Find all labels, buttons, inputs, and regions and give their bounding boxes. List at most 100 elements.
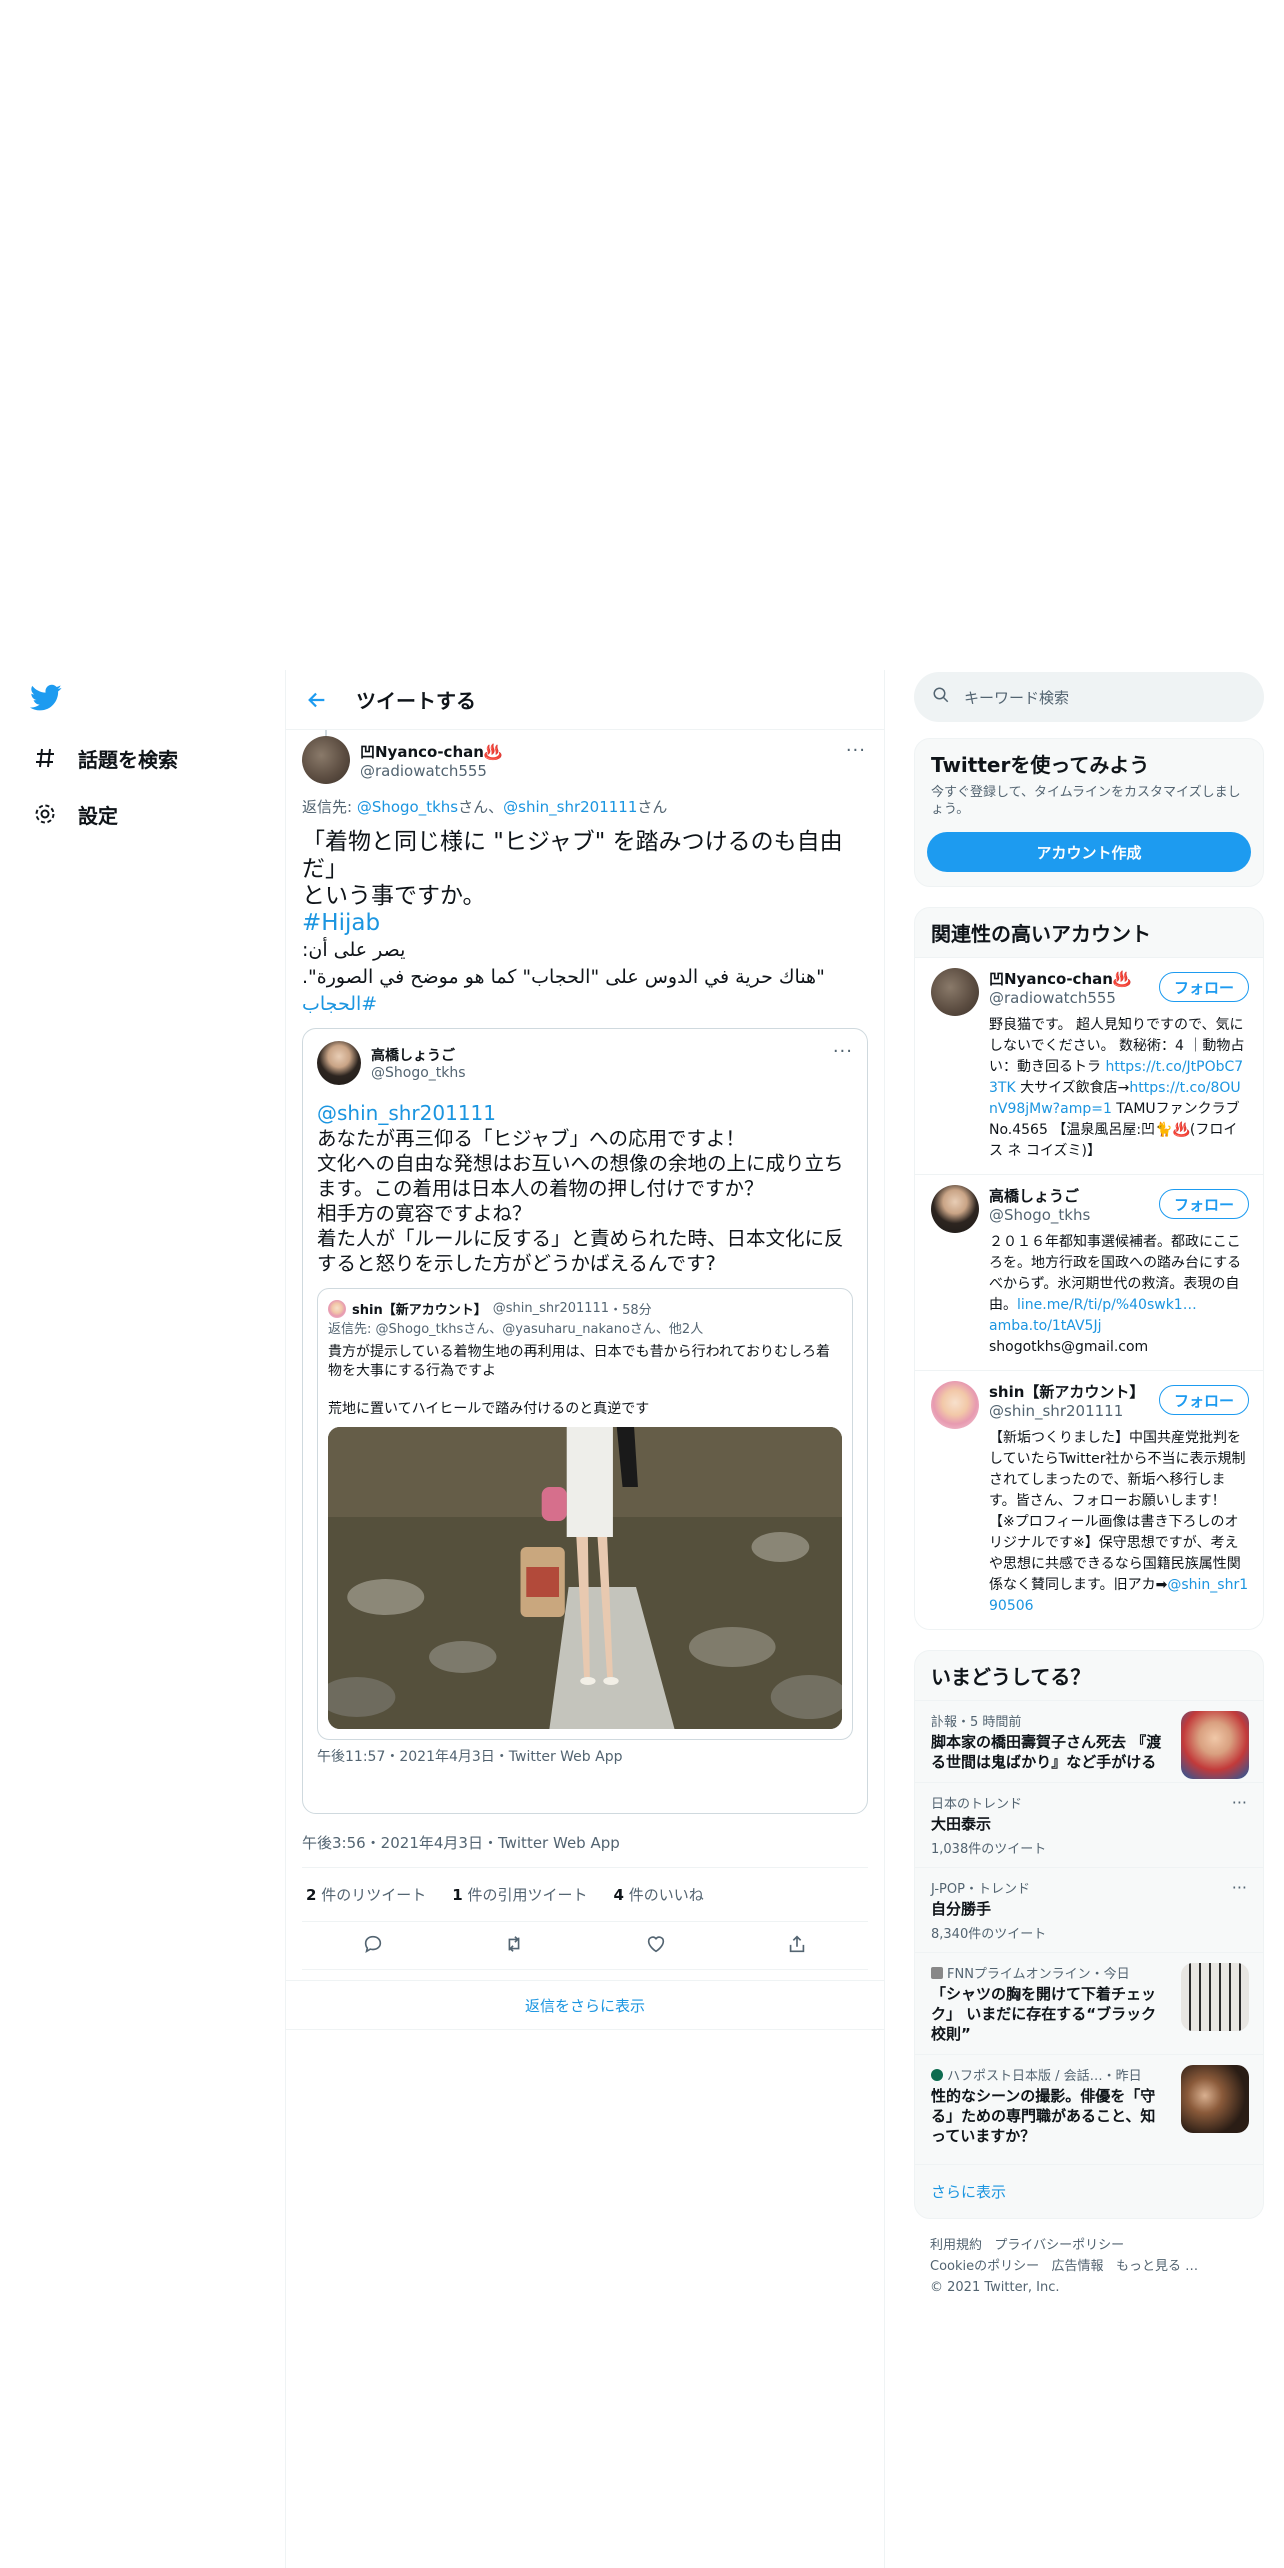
- footer-ads[interactable]: 広告情報: [1052, 2259, 1104, 2274]
- trend-title: 自分勝手: [931, 1900, 992, 1918]
- footer-copyright: © 2021 Twitter, Inc.: [930, 2280, 1060, 2295]
- trend-title: 「シャツの胸を開けて下着チェック」 いまだに存在する“ブラック校則”: [931, 1985, 1157, 2043]
- account-item[interactable]: 高橋しょうご @Shogo_tkhs ２０１６年都知事選候補者。都政にこころを。…: [915, 1174, 1263, 1370]
- like-count[interactable]: 4 件のいいね: [613, 1884, 703, 1905]
- nav-settings-label: 設定: [78, 803, 118, 828]
- quoted-timestamp[interactable]: 午後11:57・2021年4月3日・Twitter Web App: [317, 1746, 853, 1766]
- trend-title: 大田泰示: [931, 1815, 992, 1833]
- trends-show-more[interactable]: さらに表示: [915, 2164, 1263, 2218]
- follow-button[interactable]: フォロー: [1158, 972, 1249, 1002]
- relevant-title: 関連性の高いアカウント: [931, 922, 1151, 946]
- quoted-mention[interactable]: @shin_shr201111: [317, 1101, 853, 1126]
- trend-item[interactable]: 日本のトレンド 大田泰示 1,038件のツイート ···: [915, 1782, 1263, 1867]
- quoted-username[interactable]: @Shogo_tkhs: [371, 1065, 466, 1081]
- avatar: [328, 1299, 346, 1318]
- search-placeholder: キーワード検索: [964, 688, 1070, 707]
- reply-icon[interactable]: [362, 1933, 384, 1959]
- nav-settings[interactable]: 設定: [30, 792, 118, 836]
- fnn-logo-icon: [931, 1967, 943, 1979]
- reply-mention-2[interactable]: @shin_shr201111: [503, 798, 637, 816]
- tweet-stats: 2 件のリツイート 1 件の引用ツイート 4 件のいいね: [302, 1868, 868, 1922]
- trends-card: いまどうしてる？ 訃報・5 時間前 脚本家の橋田壽賀子さん死去 『渡る世間は鬼ば…: [914, 1650, 1264, 2219]
- avatar[interactable]: [931, 1185, 979, 1233]
- nested-quoted-tweet[interactable]: shin【新アカウント】 @shin_shr201111 ・58分 返信先: @…: [317, 1288, 853, 1740]
- author-display-name[interactable]: 凹Nyanco-chan♨️: [360, 741, 503, 762]
- avatar[interactable]: [931, 968, 979, 1016]
- trend-thumbnail: [1181, 2065, 1249, 2133]
- search-icon: [932, 686, 950, 708]
- trend-item[interactable]: 訃報・5 時間前 脚本家の橋田壽賀子さん死去 『渡る世間は鬼ばかり』など手がける: [915, 1700, 1263, 1782]
- tweet-photo[interactable]: [328, 1427, 842, 1729]
- account-item[interactable]: shin【新アカウント】 @shin_shr201111 【新垢つくりました】中…: [915, 1370, 1263, 1629]
- nav-explore[interactable]: 話題を検索: [30, 736, 178, 780]
- account-bio: 【新垢つくりました】中国共産党批判をしていたらTwitter社から不当に表示規制…: [989, 1430, 1249, 1614]
- main-tweet: 凹Nyanco-chan♨️ @radiowatch555 ··· 返信先: @…: [286, 730, 884, 1970]
- page-header: ツイートする: [286, 670, 884, 730]
- tweet-timestamp[interactable]: 午後3:56・2021年4月3日・Twitter Web App: [302, 1814, 868, 1868]
- create-account-button[interactable]: アカウント作成: [927, 832, 1251, 872]
- more-options-icon[interactable]: ···: [846, 740, 866, 761]
- footer-cookie[interactable]: Cookieのポリシー: [930, 2259, 1039, 2274]
- quoted-tweet[interactable]: 高橋しょうご @Shogo_tkhs ··· @shin_shr201111 あ…: [302, 1028, 868, 1814]
- huffpost-logo-icon: [931, 2069, 943, 2081]
- more-options-icon[interactable]: ···: [1232, 1878, 1247, 1897]
- account-bio: ２０１６年都知事選候補者。都政にこころを。地方行政を国政への踏み台にするべからず…: [989, 1234, 1242, 1355]
- account-bio: 野良猫です。 超人見知りですので、気にしないでください。 数秘術：4 ｜動物占い…: [989, 1017, 1245, 1159]
- footer-terms[interactable]: 利用規約: [930, 2238, 982, 2253]
- trend-context: ハフポスト日本版 / 会話…・昨日: [931, 2065, 1167, 2084]
- nested-display-name: shin【新アカウント】: [352, 1303, 487, 1318]
- reply-to: 返信先: @Shogo_tkhsさん、@shin_shr201111さん: [302, 798, 668, 816]
- quoted-display-name[interactable]: 高橋しょうご: [371, 1045, 466, 1065]
- search-input[interactable]: キーワード検索: [914, 672, 1264, 722]
- nav-explore-label: 話題を検索: [78, 747, 178, 772]
- account-item[interactable]: 凹Nyanco-chan♨️ @radiowatch555 野良猫です。 超人見…: [915, 957, 1263, 1174]
- bio-link[interactable]: amba.to/1tAV5Jj: [989, 1318, 1102, 1334]
- avatar[interactable]: [931, 1381, 979, 1429]
- retweet-icon[interactable]: [503, 1933, 525, 1959]
- trend-context: J-POP・トレンド: [931, 1882, 1030, 1897]
- trend-item[interactable]: FNNプライムオンライン・今日 「シャツの胸を開けて下着チェック」 いまだに存在…: [915, 1952, 1263, 2054]
- quote-count[interactable]: 1 件の引用ツイート: [452, 1884, 587, 1905]
- trend-thumbnail: [1181, 1963, 1249, 2031]
- trend-title: 性的なシーンの撮影。俳優を「守る」ための専門職があること、知っていますか？: [931, 2087, 1156, 2145]
- footer-privacy[interactable]: プライバシーポリシー: [994, 2238, 1124, 2253]
- tweet-actions: [302, 1922, 868, 1970]
- thread-line: [325, 730, 327, 736]
- trend-item[interactable]: ハフポスト日本版 / 会話…・昨日 性的なシーンの撮影。俳優を「守る」ための専門…: [915, 2054, 1263, 2164]
- main-column: ツイートする 凹Nyanco-chan♨️ @radiowatch555 ···…: [285, 670, 885, 2568]
- reply-mention-1[interactable]: @Shogo_tkhs: [357, 798, 458, 816]
- hashtag-link[interactable]: #Hijab: [302, 910, 868, 937]
- like-heart-icon[interactable]: [645, 1933, 667, 1959]
- show-more-replies[interactable]: 返信をさらに表示: [286, 1980, 884, 2030]
- signup-title: Twitterを使ってみよう: [931, 753, 1150, 777]
- more-options-icon[interactable]: ···: [1232, 1793, 1247, 1812]
- signup-card: Twitterを使ってみよう 今すぐ登録して、タイムラインをカスタマイズしましょ…: [914, 738, 1264, 887]
- trend-item[interactable]: J-POP・トレンド 自分勝手 8,340件のツイート ···: [915, 1867, 1263, 1952]
- trend-title: 脚本家の橋田壽賀子さん死去 『渡る世間は鬼ばかり』など手がける: [931, 1733, 1162, 1771]
- page-title: ツイートする: [356, 689, 476, 713]
- nested-text: 貴方が提示している着物生地の再利用は、日本でも昔から行われておりむしろ着物を大事…: [328, 1344, 831, 1417]
- retweet-count[interactable]: 2 件のリツイート: [306, 1884, 426, 1905]
- more-options-icon[interactable]: ···: [833, 1041, 853, 1062]
- tweet-arabic-text: يصر على أن: "هناك حرية في الدوس على "الح…: [302, 939, 825, 988]
- back-arrow-icon[interactable]: [302, 685, 332, 715]
- nested-time: ・58分: [609, 1303, 652, 1318]
- twitter-logo-icon[interactable]: [30, 684, 64, 714]
- avatar[interactable]: [317, 1041, 361, 1085]
- nested-reply-to: 返信先: @Shogo_tkhsさん、@yasuharu_nakanoさん、他2…: [328, 1322, 704, 1337]
- hashtag-link-arabic[interactable]: #الحجاب: [302, 991, 398, 1018]
- signup-desc: 今すぐ登録して、タイムラインをカスタマイズしましょう。: [931, 785, 1241, 817]
- share-icon[interactable]: [786, 1933, 808, 1959]
- author-username[interactable]: @radiowatch555: [360, 762, 503, 780]
- gear-icon: [30, 799, 60, 829]
- quoted-text: あなたが再三仰る「ヒジャブ」への応用ですよ！ 文化への自由な発想はお互いへの想像…: [317, 1127, 844, 1275]
- bio-link[interactable]: line.me/R/ti/p/%40swk1…: [1017, 1297, 1197, 1313]
- avatar[interactable]: [302, 736, 350, 784]
- trend-context: 日本のトレンド: [931, 1797, 1023, 1812]
- footer-more[interactable]: もっと見る …: [1116, 2259, 1198, 2274]
- right-sidebar: キーワード検索 Twitterを使ってみよう 今すぐ登録して、タイムラインをカス…: [914, 672, 1264, 2314]
- footer: 利用規約 プライバシーポリシー Cookieのポリシー 広告情報 もっと見る ……: [914, 2219, 1264, 2314]
- relevant-accounts-card: 関連性の高いアカウント 凹Nyanco-chan♨️ @radiowatch55…: [914, 907, 1264, 1630]
- follow-button[interactable]: フォロー: [1158, 1189, 1249, 1219]
- follow-button[interactable]: フォロー: [1158, 1385, 1249, 1415]
